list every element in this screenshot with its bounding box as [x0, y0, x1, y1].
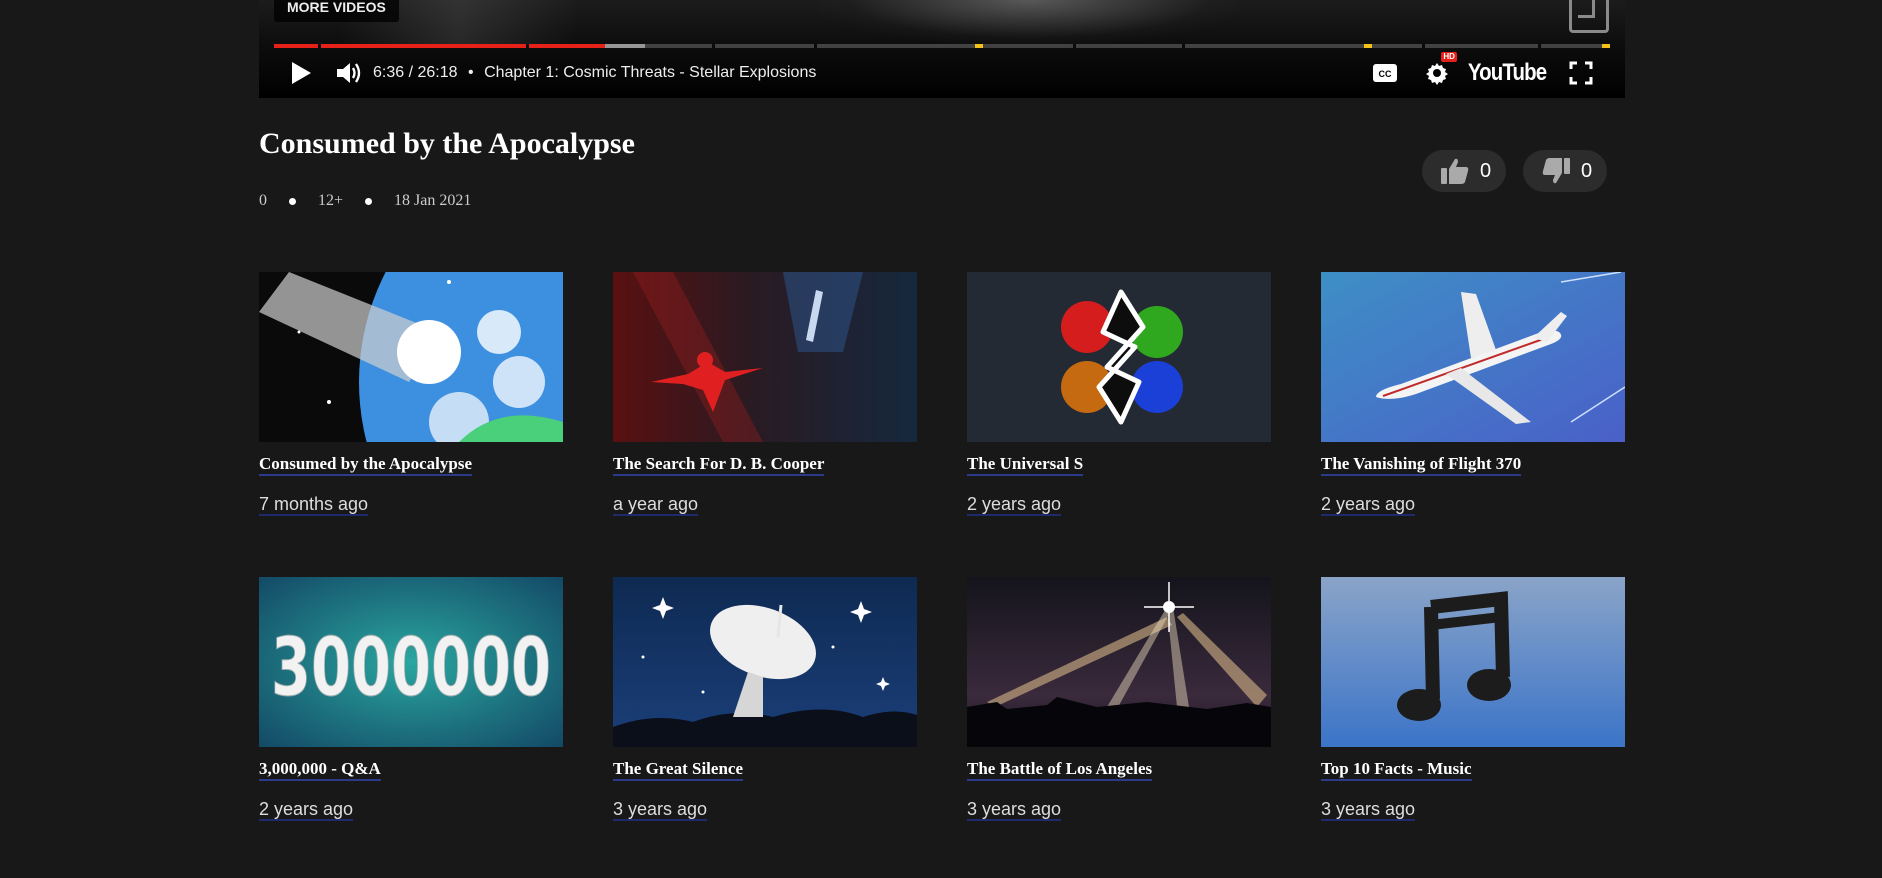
chapter-gap: [814, 44, 817, 48]
card-age: 2 years ago: [259, 799, 354, 821]
thumbnail-paint-s[interactable]: [967, 272, 1271, 442]
publish-date: 18 Jan 2021: [394, 192, 472, 209]
video-card[interactable]: The Vanishing of Flight 370 2 years ago: [1321, 272, 1625, 516]
view-count: 0: [259, 192, 267, 209]
video-card[interactable]: Top 10 Facts - Music 3 years ago: [1321, 577, 1625, 821]
svg-text:CC: CC: [1378, 69, 1391, 79]
hd-badge: HD: [1441, 52, 1457, 62]
chapter-gap: [1182, 44, 1185, 48]
video-card[interactable]: The Great Silence 3 years ago: [613, 577, 917, 821]
thumbs-up-icon: [1441, 158, 1469, 184]
chapter-gap: [712, 44, 715, 48]
thumbnail-airliner[interactable]: [1321, 272, 1625, 442]
captions-icon[interactable]: CC: [1371, 56, 1399, 90]
video-card[interactable]: 3000000 3,000,000 - Q&A 2 years ago: [259, 577, 563, 821]
chapter-marker: [975, 44, 983, 48]
thumbnail-number-3000000[interactable]: 3000000: [259, 577, 563, 747]
play-icon[interactable]: [289, 56, 313, 90]
more-videos-button[interactable]: MORE VIDEOS: [274, 0, 399, 22]
progress-bar[interactable]: [274, 44, 1610, 48]
thumbs-down-icon: [1542, 158, 1570, 184]
card-title[interactable]: The Vanishing of Flight 370: [1321, 454, 1522, 476]
card-title[interactable]: The Great Silence: [613, 759, 743, 781]
total-time: 26:18: [417, 64, 458, 81]
card-title[interactable]: Top 10 Facts - Music: [1321, 759, 1472, 781]
youtube-logo[interactable]: YouTube: [1468, 59, 1547, 87]
time-display: 6:36 / 26:18 • Chapter 1: Cosmic Threats…: [373, 64, 816, 82]
chapter-gap: [1422, 44, 1425, 48]
thumbnail-parachute-jet[interactable]: [613, 272, 917, 442]
meta-dot: [365, 197, 373, 205]
video-frame-light: [819, 0, 1239, 45]
card-age: 2 years ago: [967, 494, 1062, 516]
video-card[interactable]: The Battle of Los Angeles 3 years ago: [967, 577, 1271, 821]
thumb-number: 3000000: [271, 621, 551, 714]
chapter-gap: [1538, 44, 1541, 48]
meta-dot: [289, 197, 296, 205]
card-age: 3 years ago: [967, 799, 1062, 821]
settings-gear-icon[interactable]: HD: [1423, 52, 1457, 90]
card-title[interactable]: Consumed by the Apocalypse: [259, 454, 473, 476]
volume-icon[interactable]: [335, 56, 363, 90]
card-age: a year ago: [613, 494, 699, 516]
chapter-gap: [526, 44, 529, 48]
card-age: 2 years ago: [1321, 494, 1416, 516]
card-title[interactable]: 3,000,000 - Q&A: [259, 759, 381, 781]
video-meta: 0 12+ 18 Jan 2021: [259, 192, 471, 210]
video-title: Consumed by the Apocalypse: [259, 127, 635, 160]
chapter-gap: [318, 44, 321, 48]
card-title[interactable]: The Search For D. B. Cooper: [613, 454, 825, 476]
card-title[interactable]: The Battle of Los Angeles: [967, 759, 1153, 781]
chapter-title[interactable]: Chapter 1: Cosmic Threats - Stellar Expl…: [484, 64, 816, 81]
video-card[interactable]: Consumed by the Apocalypse 7 months ago: [259, 272, 563, 516]
like-count: 0: [1480, 159, 1492, 182]
player-controls: 6:36 / 26:18 • Chapter 1: Cosmic Threats…: [259, 52, 1625, 90]
thumbnail-searchlights[interactable]: [967, 577, 1271, 747]
card-title[interactable]: The Universal S: [967, 454, 1084, 476]
fullscreen-icon[interactable]: [1567, 56, 1595, 90]
video-player[interactable]: MORE VIDEOS 6:36 / 26:18 • Chapter 1: Co…: [259, 0, 1625, 98]
channel-watermark-icon[interactable]: [1569, 0, 1609, 33]
thumbnail-comet-earth[interactable]: [259, 272, 563, 442]
card-age: 7 months ago: [259, 494, 369, 516]
like-button[interactable]: 0: [1422, 150, 1506, 192]
age-rating: 12+: [318, 192, 344, 209]
card-age: 3 years ago: [613, 799, 708, 821]
chapter-marker: [1364, 44, 1372, 48]
current-time: 6:36: [373, 64, 405, 81]
bullet-separator: •: [468, 64, 474, 81]
played-bar: [274, 44, 606, 48]
video-card[interactable]: The Search For D. B. Cooper a year ago: [613, 272, 917, 516]
dislike-button[interactable]: 0: [1523, 150, 1607, 192]
video-card[interactable]: The Universal S 2 years ago: [967, 272, 1271, 516]
time-separator: /: [408, 64, 414, 81]
chapter-marker: [1602, 44, 1610, 48]
chapter-gap: [1073, 44, 1076, 48]
card-age: 3 years ago: [1321, 799, 1416, 821]
dislike-count: 0: [1581, 159, 1593, 182]
thumbnail-radio-telescope[interactable]: [613, 577, 917, 747]
thumbnail-music-note[interactable]: [1321, 577, 1625, 747]
